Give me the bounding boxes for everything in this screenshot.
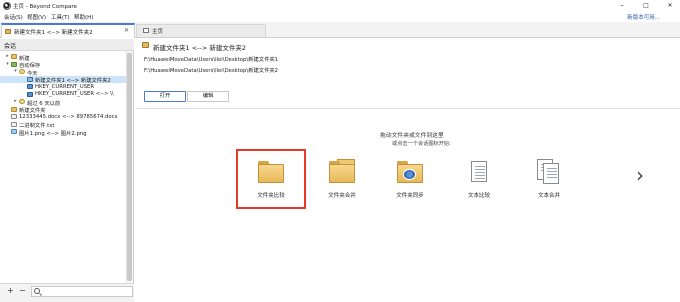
folder-compare-icon xyxy=(27,76,33,82)
new-version-link[interactable]: 新版本可用... xyxy=(627,13,660,21)
next-page-arrow-icon[interactable]: › xyxy=(636,163,644,187)
tree-item-registry-2[interactable]: HKEY_CURRENT_USER <--> \\ xyxy=(0,91,126,99)
menu-bar xyxy=(0,12,680,22)
collapse-icon[interactable]: ▾ xyxy=(13,68,18,74)
tree-item-label: 12333445.docx <--> 89785674.docx xyxy=(19,113,118,120)
action-label: 文本比较 xyxy=(467,193,490,199)
collapse-icon[interactable]: ▾ xyxy=(5,61,10,67)
remove-session-button[interactable]: − xyxy=(18,287,27,296)
tab-label: 主页 xyxy=(152,29,164,35)
window-title: 主页 - Beyond Compare xyxy=(13,4,77,10)
folder-merge-action[interactable]: 文件夹合并 xyxy=(314,155,370,207)
session-panel-header xyxy=(0,39,134,51)
drop-hint: 拖动文件夹或文件到这里 xyxy=(380,133,444,139)
action-label: 文件夹同步 xyxy=(396,193,424,199)
menu-tools[interactable]: 工具(T) xyxy=(51,13,70,21)
tree-item-registry-1[interactable]: HKEY_CURRENT_USER xyxy=(0,83,126,91)
folder-icon xyxy=(142,42,149,48)
document-icon xyxy=(11,114,17,119)
menu-view[interactable]: 视图(V) xyxy=(27,13,46,21)
menu-help[interactable]: 帮助(H) xyxy=(74,13,93,21)
add-session-button[interactable]: + xyxy=(6,287,15,296)
text-compare-icon xyxy=(471,161,487,182)
registry-icon xyxy=(27,84,33,89)
tree-item-label: 图片1.png <--> 图片2.png xyxy=(19,130,87,137)
edit-button[interactable]: 编辑 xyxy=(187,91,229,102)
menu-session[interactable]: 会话(S) xyxy=(4,13,23,21)
tree-item-binary[interactable]: 二进制文件.txt xyxy=(0,121,126,129)
highlight-annotation xyxy=(236,149,306,209)
tree-item-session-selected[interactable]: 新建文件夹1 <--> 新建文件夹2 xyxy=(0,75,126,84)
tree-item-today[interactable]: ▾ 今天 xyxy=(0,68,126,77)
image-icon xyxy=(11,129,17,134)
search-icon xyxy=(34,288,40,294)
tree-item-new[interactable]: ▸ 新建 xyxy=(0,53,126,62)
folder-sync-action[interactable]: 文件夹同步 xyxy=(382,155,438,207)
folder-icon xyxy=(5,29,11,34)
folder-sync-icon xyxy=(397,161,423,183)
scrollbar-thumb[interactable] xyxy=(127,53,132,281)
expand-icon[interactable]: ▸ xyxy=(5,53,10,59)
tree-item-new-folder[interactable]: 新建文件夹 xyxy=(0,106,126,114)
clock-folder-icon xyxy=(19,69,25,74)
close-tab-icon[interactable]: ✕ xyxy=(124,27,129,34)
right-path: F:\HuaweiMoveData\Users\llei\Desktop\新建文… xyxy=(144,68,279,74)
app-logo-icon xyxy=(3,2,11,10)
tree-item-autosave[interactable]: ▾ 自动保存 xyxy=(0,61,126,70)
session-title: 新建文件夹1 <--> 新建文件夹2 xyxy=(153,44,246,52)
tree-item-label: HKEY_CURRENT_USER xyxy=(35,83,95,90)
document-icon xyxy=(11,121,17,127)
text-merge-icon xyxy=(543,163,559,184)
app-window: 主页 - Beyond Compare – □ ✕ 会话(S) 视图(V) 工具… xyxy=(0,0,680,302)
left-path: F:\HuaweiMoveData\Users\llei\Desktop\新建文… xyxy=(144,57,279,63)
divider xyxy=(136,108,680,109)
close-button[interactable]: ✕ xyxy=(664,0,676,12)
maximize-button[interactable]: □ xyxy=(640,0,652,12)
folder-icon xyxy=(11,61,17,67)
minimize-button[interactable]: – xyxy=(616,0,628,12)
drop-subhint: 或点击一个会话图标开始: xyxy=(392,141,451,147)
tab-folder-compare[interactable]: 新建文件夹1 <--> 新建文件夹2 ✕ xyxy=(1,23,135,38)
clock-folder-icon xyxy=(19,99,25,104)
registry-icon xyxy=(27,91,33,97)
expand-icon[interactable]: ▸ xyxy=(13,98,18,104)
tab-home[interactable]: 主页 xyxy=(136,24,266,37)
folder-merge-icon xyxy=(329,159,355,183)
tree-item-docx-compare[interactable]: 12333445.docx <--> 89785674.docx xyxy=(0,113,126,121)
folder-icon xyxy=(11,106,17,112)
open-button[interactable]: 打开 xyxy=(144,91,186,102)
title-bar xyxy=(0,0,680,12)
home-icon xyxy=(143,28,149,33)
text-compare-action[interactable]: 文本比较 xyxy=(451,155,507,207)
tab-label: 新建文件夹1 <--> 新建文件夹2 xyxy=(14,30,93,36)
tree-item-older[interactable]: ▸ 超过 6 天以前 xyxy=(0,98,126,107)
session-panel-title: 会话 xyxy=(4,43,17,50)
tree-item-label: HKEY_CURRENT_USER <--> \\ xyxy=(35,91,114,97)
tree-item-image-compare[interactable]: 图片1.png <--> 图片2.png xyxy=(0,128,126,137)
folder-icon xyxy=(11,54,17,59)
text-merge-action[interactable]: 文本合并 xyxy=(521,155,577,207)
action-label: 文件夹合并 xyxy=(328,193,356,199)
action-label: 文本合并 xyxy=(537,193,560,199)
session-search-input[interactable] xyxy=(31,286,133,297)
